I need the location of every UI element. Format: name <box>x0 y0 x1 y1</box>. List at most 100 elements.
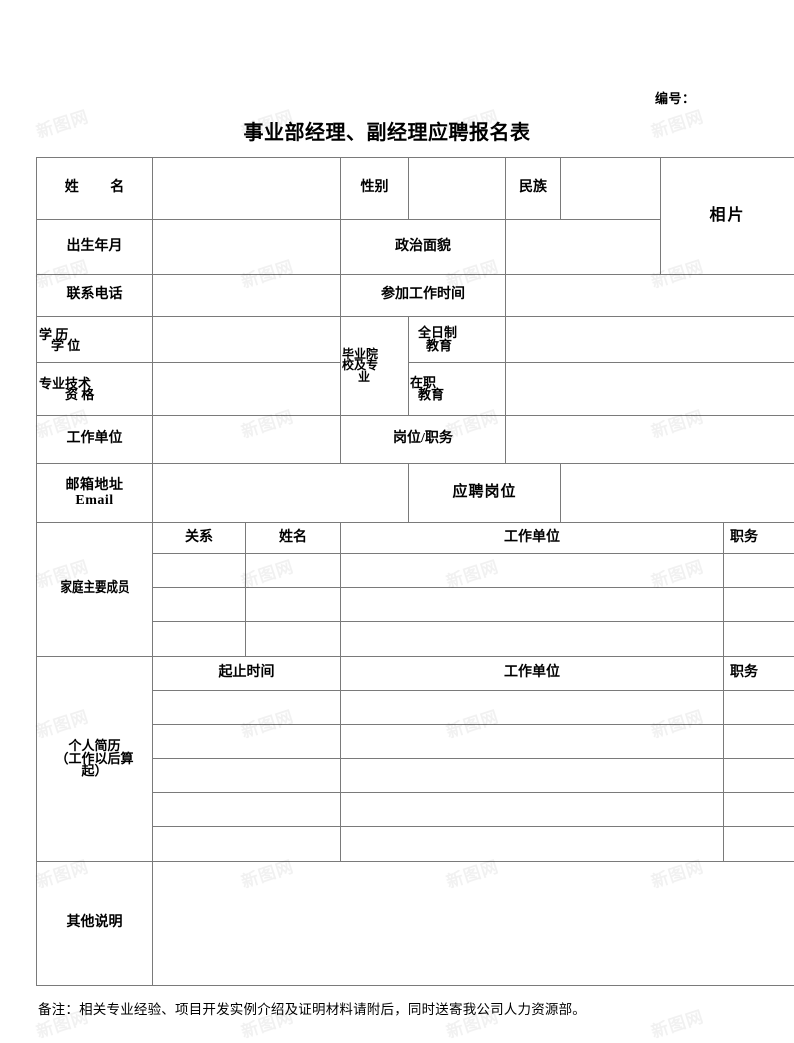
label-personal-resume-stack: 个人简历 （工作以后算 起） <box>37 740 152 777</box>
family-cell-duty[interactable] <box>724 554 794 588</box>
label-position-duty-text: 岗位/职务 <box>393 431 453 446</box>
label-ethnicity-text: 民族 <box>519 180 547 195</box>
value-gender[interactable] <box>409 158 506 220</box>
label-other-notes-text: 其他说明 <box>67 915 123 930</box>
value-fulltime-education[interactable] <box>506 317 794 363</box>
label-family-members-text: 家庭主要成员 <box>60 581 129 597</box>
label-inservice-education-stack: 在职 教育 <box>409 377 505 402</box>
form-row-phone: 联系电话 参加工作时间 <box>37 275 794 317</box>
resume-cell-period[interactable] <box>153 759 341 793</box>
value-professional-title[interactable] <box>153 363 341 416</box>
label-professional-title: 专业技术 资 格 <box>37 363 153 416</box>
label-phone: 联系电话 <box>37 275 153 317</box>
value-education[interactable] <box>153 317 341 363</box>
label-phone-text: 联系电话 <box>67 287 123 302</box>
value-inservice-education[interactable] <box>506 363 794 416</box>
other-notes-row: 其他说明 <box>37 862 794 986</box>
family-cell-work-unit[interactable] <box>341 622 724 657</box>
resume-cell-duty[interactable] <box>724 759 794 793</box>
form-row-professional-title: 专业技术 资 格 在职 教育 <box>37 363 794 416</box>
label-school-major-stack: 毕业院 校及专 业 <box>341 349 408 383</box>
resume-cell-duty[interactable] <box>724 725 794 759</box>
family-cell-name[interactable] <box>246 622 341 657</box>
label-school-major-line3: 业 <box>342 372 408 383</box>
label-applied-position-text: 应聘岗位 <box>452 484 516 500</box>
label-gender-text: 性别 <box>361 180 389 195</box>
family-header-row: 家庭主要成员 关系 姓名 工作单位 职务 <box>37 523 794 554</box>
label-family-members: 家庭主要成员 <box>37 523 153 657</box>
document-number-label: 编号： <box>655 88 696 107</box>
application-form-table: 姓 名 性别 民族 相片 出生年月 政治面貌 联系电话 参加工作时间 学 历 学… <box>36 157 794 986</box>
form-row-work-unit: 工作单位 岗位/职务 <box>37 416 794 464</box>
family-cell-duty[interactable] <box>724 588 794 622</box>
label-fulltime-education: 全日制 教育 <box>409 317 506 363</box>
resume-cell-work-unit[interactable] <box>341 725 724 759</box>
family-col-duty: 职务 <box>724 523 794 554</box>
resume-cell-duty[interactable] <box>724 827 794 862</box>
label-personal-resume-line3: 起） <box>37 765 152 777</box>
resume-col-work-unit: 工作单位 <box>341 657 724 691</box>
form-row-email: 邮箱地址 Email 应聘岗位 <box>37 464 794 523</box>
label-other-notes: 其他说明 <box>37 862 153 986</box>
page-title: 事业部经理、副经理应聘报名表 <box>0 116 794 145</box>
resume-cell-period[interactable] <box>153 827 341 862</box>
resume-cell-work-unit[interactable] <box>341 827 724 862</box>
label-email-line1: 邮箱地址 <box>37 478 152 493</box>
value-phone[interactable] <box>153 275 341 317</box>
resume-col-period: 起止时间 <box>153 657 341 691</box>
label-inservice-education-line2: 教育 <box>410 389 505 401</box>
resume-cell-period[interactable] <box>153 793 341 827</box>
value-applied-position[interactable] <box>561 464 794 523</box>
resume-header-row: 个人简历 （工作以后算 起） 起止时间 工作单位 职务 <box>37 657 794 691</box>
family-cell-duty[interactable] <box>724 622 794 657</box>
label-school-major-line2: 校及专 <box>342 360 408 371</box>
family-col-name: 姓名 <box>246 523 341 554</box>
family-cell-relation[interactable] <box>153 554 246 588</box>
family-cell-relation[interactable] <box>153 588 246 622</box>
family-col-work-unit: 工作单位 <box>341 523 724 554</box>
family-cell-name[interactable] <box>246 554 341 588</box>
value-political-status[interactable] <box>506 220 661 275</box>
family-cell-work-unit[interactable] <box>341 554 724 588</box>
photo-label-text: 相片 <box>710 207 746 224</box>
label-position-duty: 岗位/职务 <box>341 416 506 464</box>
family-cell-name[interactable] <box>246 588 341 622</box>
family-cell-work-unit[interactable] <box>341 588 724 622</box>
footer-remark: 备注：相关专业经验、项目开发实例介绍及证明材料请附后，同时送寄我公司人力资源部。 <box>38 998 586 1018</box>
value-name[interactable] <box>153 158 341 220</box>
label-work-unit: 工作单位 <box>37 416 153 464</box>
label-inservice-education: 在职 教育 <box>409 363 506 416</box>
value-position-duty[interactable] <box>506 416 794 464</box>
label-birth-date: 出生年月 <box>37 220 153 275</box>
value-other-notes[interactable] <box>153 862 794 986</box>
label-personal-resume: 个人简历 （工作以后算 起） <box>37 657 153 862</box>
label-name: 姓 名 <box>37 158 153 220</box>
resume-cell-period[interactable] <box>153 725 341 759</box>
value-birth-date[interactable] <box>153 220 341 275</box>
resume-cell-work-unit[interactable] <box>341 793 724 827</box>
value-ethnicity[interactable] <box>561 158 661 220</box>
label-applied-position: 应聘岗位 <box>409 464 561 523</box>
label-fulltime-education-line2: 教育 <box>410 340 505 352</box>
label-education: 学 历 学 位 <box>37 317 153 363</box>
resume-cell-work-unit[interactable] <box>341 759 724 793</box>
photo-cell[interactable]: 相片 <box>661 158 794 275</box>
resume-cell-duty[interactable] <box>724 691 794 725</box>
form-row-name: 姓 名 性别 民族 相片 <box>37 158 794 220</box>
resume-cell-work-unit[interactable] <box>341 691 724 725</box>
label-ethnicity: 民族 <box>506 158 561 220</box>
value-work-start-time[interactable] <box>506 275 794 317</box>
resume-cell-duty[interactable] <box>724 793 794 827</box>
label-fulltime-education-stack: 全日制 教育 <box>409 327 505 352</box>
label-professional-title-stack: 专业技术 资 格 <box>37 377 152 401</box>
family-col-relation: 关系 <box>153 523 246 554</box>
value-email[interactable] <box>153 464 409 523</box>
label-work-start-time-text: 参加工作时间 <box>381 287 465 302</box>
label-email-line2: Email <box>37 493 152 508</box>
value-work-unit[interactable] <box>153 416 341 464</box>
label-email-stack: 邮箱地址 Email <box>37 478 152 508</box>
label-fulltime-education-line1: 全日制 <box>410 327 505 339</box>
family-cell-relation[interactable] <box>153 622 246 657</box>
resume-cell-period[interactable] <box>153 691 341 725</box>
form-row-education: 学 历 学 位 毕业院 校及专 业 全日制 教育 <box>37 317 794 363</box>
